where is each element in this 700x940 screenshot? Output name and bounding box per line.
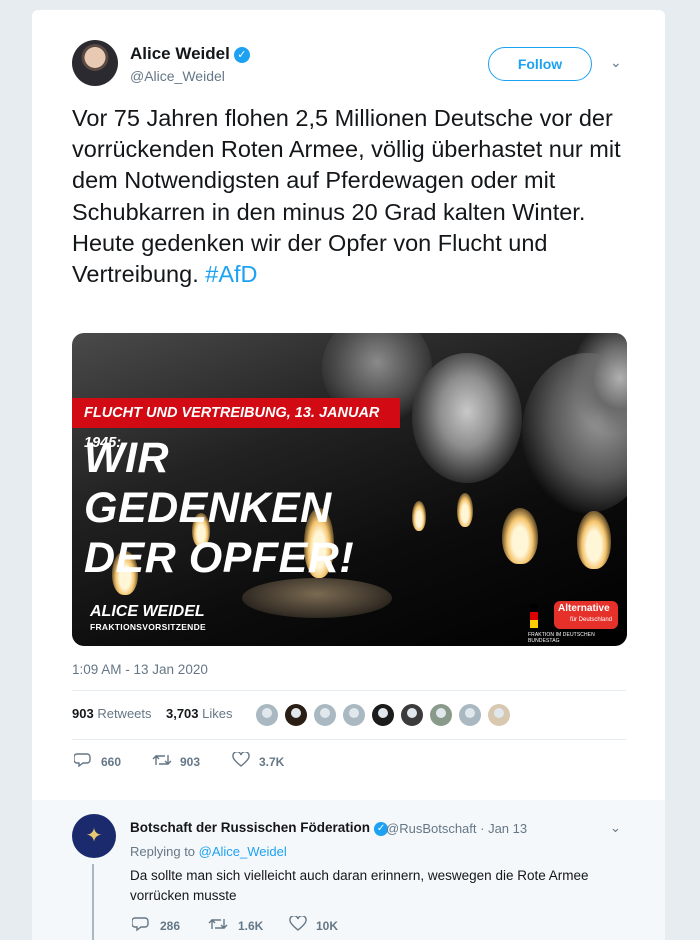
retweet-count[interactable]: 903 xyxy=(180,755,200,769)
liker-avatar[interactable] xyxy=(459,704,481,726)
follow-button[interactable]: Follow xyxy=(488,47,592,81)
reply-author-name-row[interactable]: Botschaft der Russischen Föderation ✓ xyxy=(130,820,389,836)
divider-bottom xyxy=(72,739,626,740)
reply-count[interactable]: 660 xyxy=(101,755,121,769)
reply-author-name[interactable]: Botschaft der Russischen Föderation xyxy=(130,820,370,835)
logo-sub: für Deutschland xyxy=(570,617,613,623)
hashtag-link[interactable]: #AfD xyxy=(205,261,257,287)
liker-avatar[interactable] xyxy=(488,704,510,726)
like-count[interactable]: 3.7K xyxy=(259,755,284,769)
chevron-down-icon[interactable]: ⌄ xyxy=(610,54,622,71)
likes-stat[interactable]: 3,703 Likes xyxy=(166,706,233,721)
author-avatar[interactable] xyxy=(72,40,118,86)
likes-count: 3,703 xyxy=(165,706,199,721)
reply-icon[interactable] xyxy=(132,916,150,932)
retweets-stat[interactable]: 903 Retweets xyxy=(72,706,152,721)
liker-avatar[interactable] xyxy=(401,704,423,726)
tweet-body: Vor 75 Jahren flohen 2,5 Millionen Deuts… xyxy=(72,105,621,288)
photo-figure-child xyxy=(412,353,522,483)
reply-like-count[interactable]: 10K xyxy=(316,919,338,933)
retweets-count: 903 xyxy=(72,706,94,721)
tweet-media-image[interactable]: FLUCHT UND VERTREIBUNG, 13. JANUAR 1945:… xyxy=(72,333,627,646)
candle-flame-4 xyxy=(457,493,473,527)
likes-label: Likes xyxy=(202,706,233,721)
candle-base-main xyxy=(242,578,392,618)
reply-retweet-count[interactable]: 1.6K xyxy=(238,919,263,933)
reply-reply-count[interactable]: 286 xyxy=(160,919,180,933)
liker-avatar[interactable] xyxy=(256,704,278,726)
reply-handle-date[interactable]: @RusBotschaft · Jan 13 xyxy=(386,821,527,836)
tweet-card: Alice Weidel ✓ @Alice_Weidel Follow ⌄ Vor… xyxy=(32,10,665,940)
candle-flame-5 xyxy=(502,508,538,564)
media-role: FRAKTIONSVORSITZENDE xyxy=(90,622,207,632)
thread-line xyxy=(92,864,94,940)
liker-avatar[interactable] xyxy=(314,704,336,726)
verified-badge-icon: ✓ xyxy=(233,47,250,63)
russian-eagle-icon[interactable]: ✦ xyxy=(72,814,116,858)
divider-top xyxy=(72,690,626,691)
liker-avatar[interactable] xyxy=(285,704,307,726)
retweets-label: Retweets xyxy=(97,706,152,721)
replying-to: Replying to @Alice_Weidel xyxy=(130,844,287,859)
afd-logo: Alternative für Deutschland xyxy=(554,601,618,629)
heart-icon[interactable] xyxy=(232,752,250,768)
reply-icon[interactable] xyxy=(74,752,92,768)
logo-fraktion: FRAKTION IM DEUTSCHEN BUNDESTAG xyxy=(528,632,595,644)
liker-avatar[interactable] xyxy=(430,704,452,726)
media-banner: FLUCHT UND VERTREIBUNG, 13. JANUAR 1945: xyxy=(72,398,400,451)
tweet-timestamp[interactable]: 1:09 AM - 13 Jan 2020 xyxy=(72,662,208,677)
logo-word: Alternative xyxy=(558,603,610,614)
author-handle[interactable]: @Alice_Weidel xyxy=(130,68,225,84)
chevron-down-icon[interactable]: ⌄ xyxy=(610,820,621,836)
reply-tweet[interactable]: ✦ Botschaft der Russischen Föderation ✓ @… xyxy=(32,800,665,940)
retweet-icon[interactable] xyxy=(208,916,228,932)
liker-avatar[interactable] xyxy=(372,704,394,726)
liker-avatar[interactable] xyxy=(343,704,365,726)
author-name-row[interactable]: Alice Weidel ✓ xyxy=(130,44,250,64)
media-headline: WIR GEDENKEN DER OPFER! xyxy=(84,433,424,583)
german-flag-icon xyxy=(530,604,538,628)
candle-flame-6 xyxy=(577,511,611,569)
headline-line-2: DER OPFER! xyxy=(84,534,355,582)
heart-icon[interactable] xyxy=(289,916,307,932)
replying-prefix: Replying to xyxy=(130,844,199,859)
author-name[interactable]: Alice Weidel xyxy=(130,44,230,63)
tweet-text: Vor 75 Jahren flohen 2,5 Millionen Deuts… xyxy=(72,103,632,290)
media-name: ALICE WEIDEL xyxy=(90,603,205,620)
retweet-icon[interactable] xyxy=(152,752,172,768)
replying-to-link[interactable]: @Alice_Weidel xyxy=(199,844,287,859)
reply-text: Da sollte man sich vielleicht auch daran… xyxy=(130,868,589,903)
headline-line-1: WIR GEDENKEN xyxy=(84,434,332,532)
tweet-stats: 903 Retweets 3,703 Likes xyxy=(72,706,233,721)
